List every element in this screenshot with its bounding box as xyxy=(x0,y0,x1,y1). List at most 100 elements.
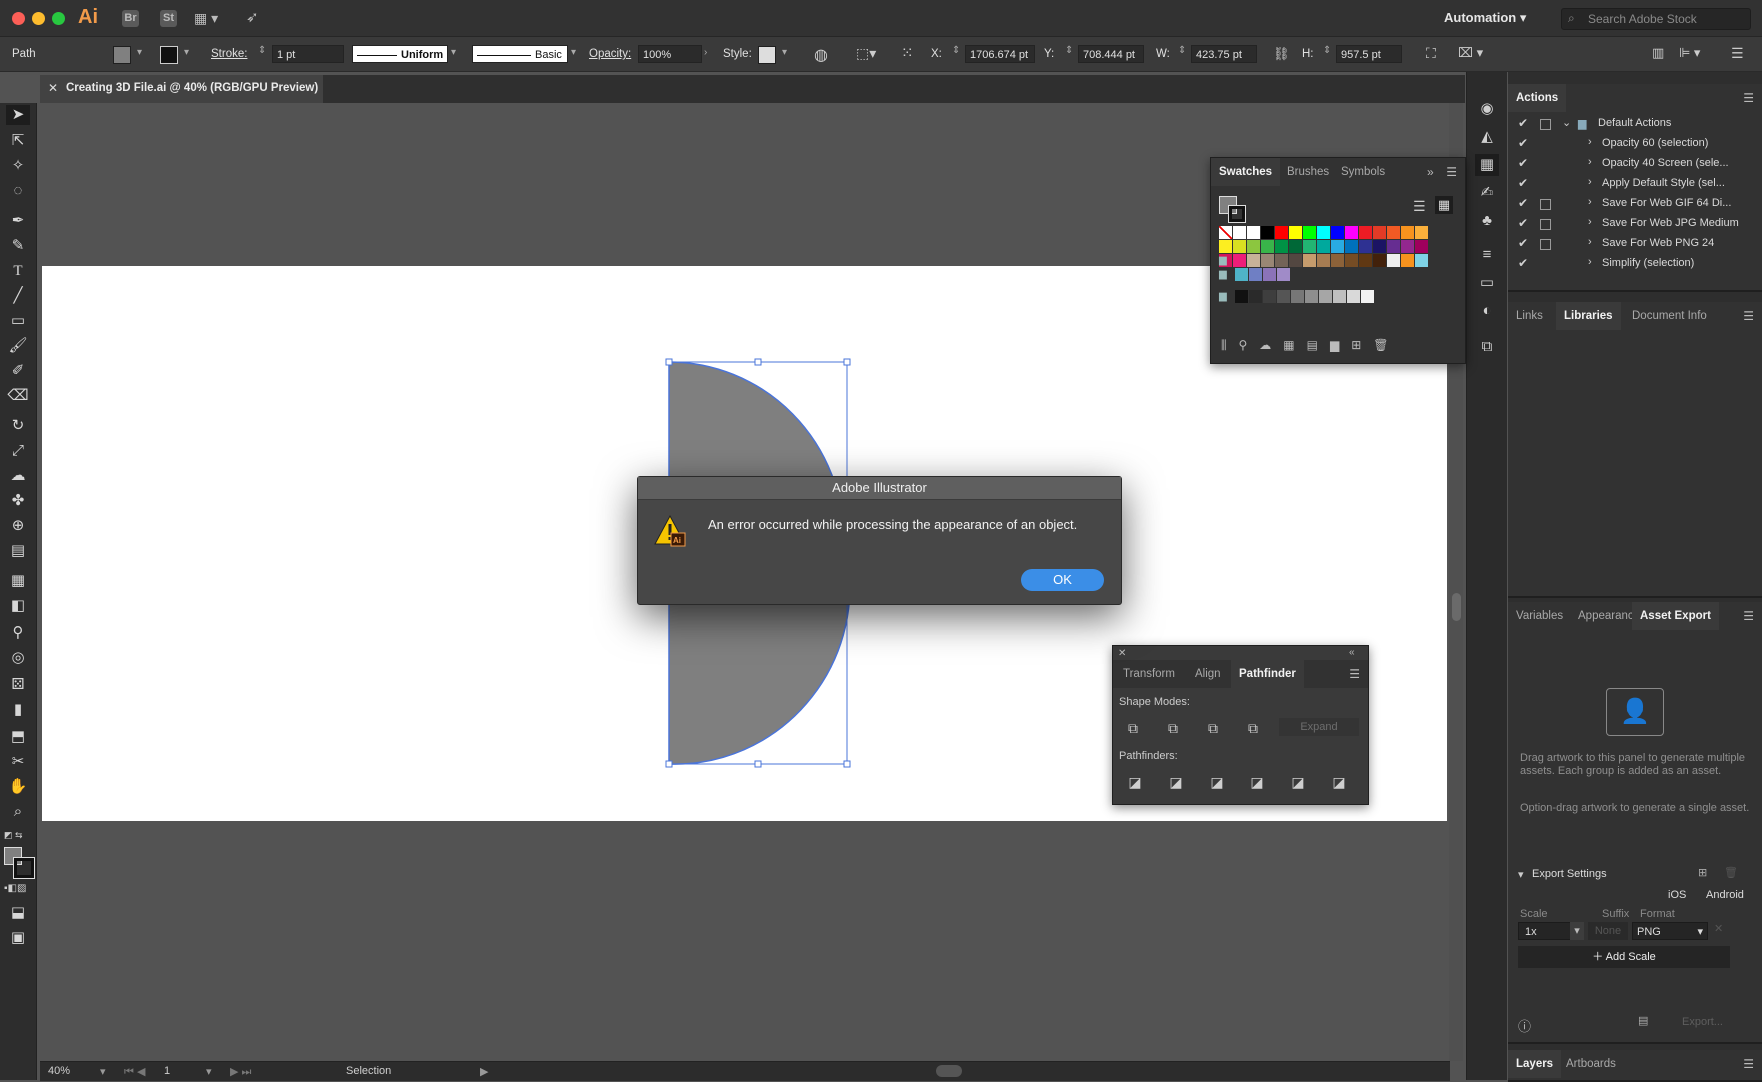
color-swatch[interactable] xyxy=(1249,290,1262,303)
symbols-panel-icon[interactable]: ♣ xyxy=(1475,210,1499,232)
chevron-down-icon[interactable]: ▾ xyxy=(206,1065,212,1078)
resize-handle[interactable] xyxy=(665,358,673,366)
android-preset[interactable]: Android xyxy=(1706,889,1744,901)
export-settings-label[interactable]: Export Settings xyxy=(1532,868,1607,880)
list-view-icon[interactable]: ☰ xyxy=(1413,198,1426,215)
action-item[interactable]: ✔ › Opacity 40 Screen (sele... xyxy=(1508,154,1762,174)
color-swatch[interactable] xyxy=(1275,226,1288,239)
color-swatch[interactable] xyxy=(1359,226,1372,239)
color-swatch[interactable] xyxy=(1249,268,1262,281)
color-swatch[interactable] xyxy=(1289,240,1302,253)
color-guide-icon[interactable]: ◉ xyxy=(1475,98,1499,120)
minus-front-icon[interactable]: ⧉ xyxy=(1165,720,1181,736)
tab-variables[interactable]: Variables xyxy=(1508,602,1571,630)
stroke-color-box[interactable] xyxy=(1228,205,1246,223)
color-swatch[interactable] xyxy=(1219,240,1232,253)
divide-icon[interactable]: ◪ xyxy=(1127,774,1143,790)
tab-links[interactable]: Links xyxy=(1508,302,1551,330)
tab-layers[interactable]: Layers xyxy=(1508,1050,1562,1078)
transparency-panel-icon[interactable]: ◐ xyxy=(1475,300,1499,322)
artboard-nav-first-icon[interactable]: ⏮ ◀ xyxy=(124,1065,145,1079)
resize-handle[interactable] xyxy=(843,358,851,366)
status-menu-arrow-icon[interactable]: ▶ xyxy=(480,1065,488,1078)
color-swatch[interactable] xyxy=(1317,240,1330,253)
gradient-panel-icon[interactable]: ▭ xyxy=(1475,272,1499,294)
horizontal-scrollbar-thumb[interactable] xyxy=(936,1065,962,1077)
color-swatch[interactable] xyxy=(1247,254,1260,267)
chevron-down-icon[interactable]: ⌄ xyxy=(1562,116,1571,129)
trim-icon[interactable]: ◪ xyxy=(1168,774,1184,790)
ok-button[interactable]: OK xyxy=(1021,569,1104,591)
color-swatch[interactable] xyxy=(1303,226,1316,239)
color-swatch[interactable] xyxy=(1235,268,1248,281)
color-swatch[interactable] xyxy=(1415,240,1428,253)
color-swatch[interactable] xyxy=(1277,268,1290,281)
collapse-icon[interactable]: « xyxy=(1349,647,1355,658)
navigator-icon[interactable]: ◭ xyxy=(1475,126,1499,148)
color-swatch[interactable] xyxy=(1373,240,1386,253)
dialog-toggle-icon[interactable] xyxy=(1540,219,1551,230)
unite-icon[interactable]: ⧉ xyxy=(1125,720,1141,736)
export-for-screens-icon[interactable]: ▤ xyxy=(1638,1014,1648,1027)
swatch-group-folder-icon[interactable]: ▆ xyxy=(1219,254,1232,267)
suffix-input[interactable]: None xyxy=(1588,922,1628,940)
color-swatch[interactable] xyxy=(1333,290,1346,303)
chevron-down-icon[interactable]: ▾ xyxy=(100,1065,106,1078)
resize-handle[interactable] xyxy=(754,760,762,768)
tab-align[interactable]: Align xyxy=(1187,660,1229,688)
color-swatch[interactable] xyxy=(1275,240,1288,253)
color-swatch[interactable] xyxy=(1345,254,1358,267)
tab-artboards[interactable]: Artboards xyxy=(1558,1050,1624,1078)
merge-icon[interactable]: ◪ xyxy=(1209,774,1225,790)
color-swatch[interactable] xyxy=(1261,254,1274,267)
color-swatch[interactable] xyxy=(1219,226,1232,239)
add-scale-button[interactable]: ＋ Add Scale xyxy=(1518,946,1730,968)
checkmark-icon[interactable]: ✔ xyxy=(1518,136,1528,150)
chevron-right-icon[interactable]: › xyxy=(1588,256,1592,268)
color-swatch[interactable] xyxy=(1401,254,1414,267)
color-swatch[interactable] xyxy=(1303,240,1316,253)
resize-handle[interactable] xyxy=(843,760,851,768)
action-item[interactable]: ✔ › Apply Default Style (sel... xyxy=(1508,174,1762,194)
color-swatch[interactable] xyxy=(1331,254,1344,267)
dialog-toggle-icon[interactable] xyxy=(1540,119,1551,130)
color-swatch[interactable] xyxy=(1331,226,1344,239)
resize-handle[interactable] xyxy=(665,760,673,768)
chevron-right-icon[interactable]: › xyxy=(1588,216,1592,228)
color-swatch[interactable] xyxy=(1263,290,1276,303)
color-swatch[interactable] xyxy=(1233,226,1246,239)
color-swatch[interactable] xyxy=(1319,290,1332,303)
tab-libraries[interactable]: Libraries xyxy=(1556,302,1621,330)
panel-menu-icon[interactable]: ☰ xyxy=(1743,91,1754,105)
color-swatch[interactable] xyxy=(1359,254,1372,267)
format-select[interactable]: PNG ▾ xyxy=(1632,922,1708,940)
chevron-right-icon[interactable]: › xyxy=(1588,176,1592,188)
scale-select[interactable]: 1x xyxy=(1518,922,1572,940)
action-set-row[interactable]: ✔ ⌄ ▆ Default Actions xyxy=(1508,114,1762,134)
chevron-right-icon[interactable]: › xyxy=(1588,236,1592,248)
chevron-right-icon[interactable]: › xyxy=(1588,136,1592,148)
minus-back-icon[interactable]: ◪ xyxy=(1331,774,1347,790)
chevron-down-icon[interactable]: ▾ xyxy=(1518,868,1524,881)
color-swatch[interactable] xyxy=(1277,290,1290,303)
color-swatch[interactable] xyxy=(1233,254,1246,267)
color-swatch[interactable] xyxy=(1361,290,1374,303)
color-swatch[interactable] xyxy=(1305,290,1318,303)
close-icon[interactable]: ✕ xyxy=(1118,648,1126,659)
color-swatch[interactable] xyxy=(1317,226,1330,239)
color-swatch[interactable] xyxy=(1401,240,1414,253)
color-swatch[interactable] xyxy=(1387,226,1400,239)
zoom-level[interactable]: 40% xyxy=(48,1065,70,1077)
color-swatch[interactable] xyxy=(1247,226,1260,239)
tab-symbols[interactable]: Symbols xyxy=(1333,158,1393,186)
tab-swatches[interactable]: Swatches xyxy=(1211,158,1281,186)
checkmark-icon[interactable]: ✔ xyxy=(1518,216,1528,230)
color-swatch[interactable] xyxy=(1359,240,1372,253)
color-swatch[interactable] xyxy=(1401,226,1414,239)
action-item[interactable]: ✔ › Simplify (selection) xyxy=(1508,254,1762,274)
color-swatch[interactable] xyxy=(1233,240,1246,253)
chevron-right-icon[interactable]: › xyxy=(1588,196,1592,208)
color-swatch[interactable] xyxy=(1291,290,1304,303)
color-swatch[interactable] xyxy=(1415,254,1428,267)
swatch-library-icons[interactable]: ⫼⚲☁▦▤▆⊞🗑 xyxy=(1221,338,1401,353)
